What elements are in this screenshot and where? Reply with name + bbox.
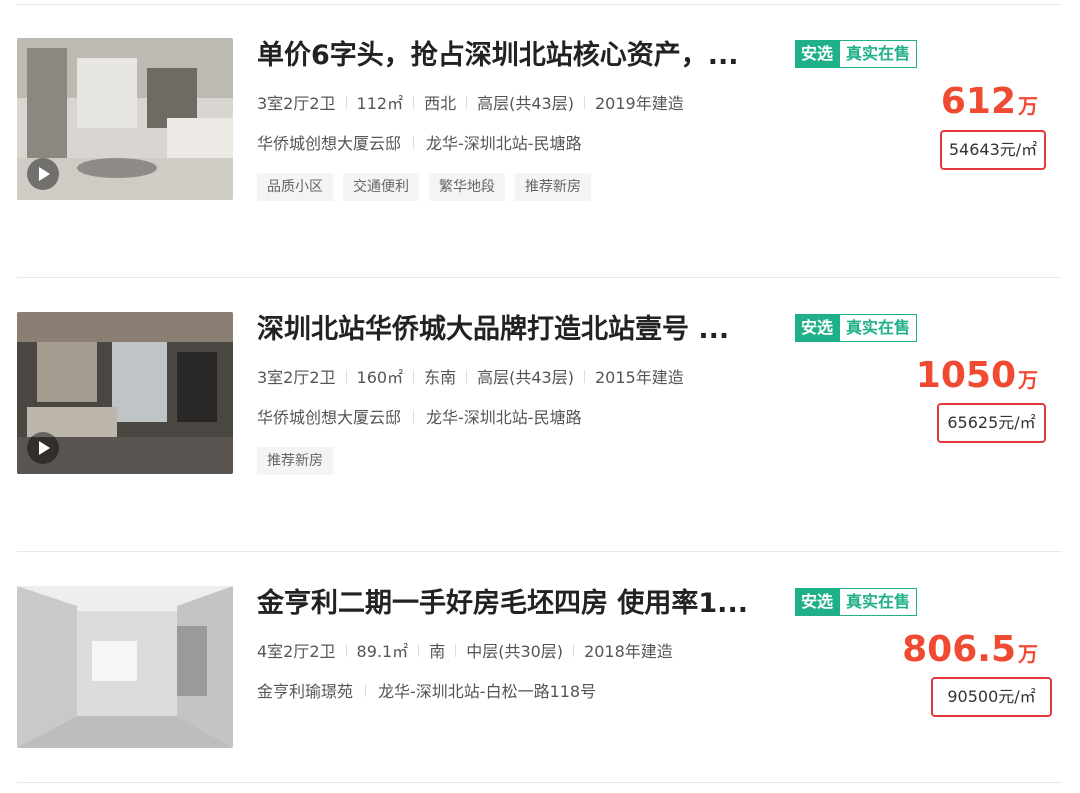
bottom-divider	[17, 782, 1062, 783]
price-value: 612	[940, 81, 1016, 122]
house-floor: 中层(共30层)	[466, 642, 564, 661]
separator	[345, 369, 347, 383]
total-price: 806.5 万	[902, 629, 1038, 670]
price-unit: 万	[1018, 642, 1038, 666]
price-value: 1050	[915, 355, 1016, 396]
tag: 品质小区	[257, 173, 333, 201]
tag-list: 推荐新房	[257, 447, 333, 475]
badge-group: 安选 真实在售	[795, 588, 918, 616]
play-video-icon[interactable]	[27, 158, 59, 190]
unit-price: 54643元/㎡	[940, 130, 1046, 170]
house-layout: 4室2厅2卫	[257, 642, 336, 661]
separator	[466, 369, 468, 383]
separator	[466, 95, 468, 109]
house-orientation: 东南	[424, 368, 457, 387]
listing-photo[interactable]	[17, 38, 233, 200]
anxuan-badge: 安选	[795, 314, 840, 342]
community-link[interactable]: 华侨城创想大厦云邸	[257, 130, 401, 154]
anxuan-badge: 安选	[795, 588, 840, 616]
district-link[interactable]: 龙华-深圳北站-白松一路118号	[378, 678, 596, 702]
house-layout: 3室2厅2卫	[257, 94, 336, 113]
house-year: 2018年建造	[584, 642, 673, 661]
location-info: 华侨城创想大厦云邸 龙华-深圳北站-民塘路	[257, 130, 582, 154]
listing-photo[interactable]	[17, 312, 233, 474]
separator	[583, 369, 585, 383]
separator	[413, 409, 415, 423]
house-year: 2019年建造	[594, 94, 684, 113]
anxuan-badge: 安选	[795, 40, 840, 68]
district-link[interactable]: 龙华-深圳北站-民塘路	[426, 404, 582, 428]
listing-divider	[17, 551, 1062, 552]
house-info: 4室2厅2卫 89.1㎡ 南 中层(共30层) 2018年建造	[257, 638, 673, 662]
house-orientation: 南	[429, 642, 446, 661]
district-link[interactable]: 龙华-深圳北站-民塘路	[426, 130, 582, 154]
tag: 繁华地段	[429, 173, 505, 201]
location-info: 金亨利瑜璟苑 龙华-深圳北站-白松一路118号	[257, 678, 596, 702]
separator	[345, 95, 347, 109]
total-price: 612 万	[941, 81, 1038, 122]
badge-group: 安选 真实在售	[795, 40, 918, 68]
badge-group: 安选 真实在售	[795, 314, 918, 342]
listing-title[interactable]: 单价6字头，抢占深圳北站核心资产，...	[257, 39, 787, 73]
separator	[345, 643, 347, 657]
separator	[413, 135, 415, 149]
listing-divider	[17, 277, 1062, 278]
house-floor: 高层(共43层)	[477, 368, 574, 387]
unit-price: 90500元/㎡	[931, 677, 1052, 717]
community-link[interactable]: 华侨城创想大厦云邸	[257, 404, 401, 428]
price-unit: 万	[1018, 94, 1038, 118]
separator	[455, 643, 457, 657]
tag: 交通便利	[343, 173, 419, 201]
house-year: 2015年建造	[594, 368, 684, 387]
real-sale-badge: 真实在售	[839, 40, 918, 68]
listing-photo[interactable]	[17, 586, 233, 748]
tag-list: 品质小区 交通便利 繁华地段 推荐新房	[257, 173, 591, 201]
house-area: 160㎡	[356, 368, 404, 387]
top-divider	[17, 4, 1062, 5]
separator	[418, 643, 420, 657]
play-video-icon[interactable]	[27, 432, 59, 464]
house-floor: 高层(共43层)	[477, 94, 574, 113]
listing-title[interactable]: 深圳北站华侨城大品牌打造北站壹号 ...	[257, 313, 787, 347]
tag: 推荐新房	[257, 447, 333, 475]
house-area: 112㎡	[356, 94, 404, 113]
real-sale-badge: 真实在售	[839, 314, 918, 342]
house-info: 3室2厅2卫 112㎡ 西北 高层(共43层) 2019年建造	[257, 90, 684, 114]
location-info: 华侨城创想大厦云邸 龙华-深圳北站-民塘路	[257, 404, 582, 428]
listing-card[interactable]: 单价6字头，抢占深圳北站核心资产，... 安选 真实在售 3室2厅2卫 112㎡…	[0, 38, 1080, 218]
separator	[573, 643, 575, 657]
community-link[interactable]: 金亨利瑜璟苑	[257, 678, 353, 702]
price-value: 806.5	[902, 629, 1016, 670]
real-sale-badge: 真实在售	[839, 588, 918, 616]
separator	[413, 95, 415, 109]
tag: 推荐新房	[515, 173, 591, 201]
total-price: 1050 万	[916, 355, 1038, 396]
listing-title[interactable]: 金亨利二期一手好房毛坯四房 使用率1...	[257, 587, 787, 621]
unit-price: 65625元/㎡	[937, 403, 1046, 443]
listing-card[interactable]: 金亨利二期一手好房毛坯四房 使用率1... 安选 真实在售 4室2厅2卫 89.…	[0, 586, 1080, 766]
separator	[365, 683, 367, 697]
separator	[413, 369, 415, 383]
house-info: 3室2厅2卫 160㎡ 东南 高层(共43层) 2015年建造	[257, 364, 684, 388]
house-area: 89.1㎡	[356, 642, 409, 661]
house-layout: 3室2厅2卫	[257, 368, 336, 387]
price-unit: 万	[1018, 368, 1038, 392]
listing-card[interactable]: 深圳北站华侨城大品牌打造北站壹号 ... 安选 真实在售 3室2厅2卫 160㎡…	[0, 312, 1080, 492]
separator	[583, 95, 585, 109]
house-orientation: 西北	[424, 94, 457, 113]
